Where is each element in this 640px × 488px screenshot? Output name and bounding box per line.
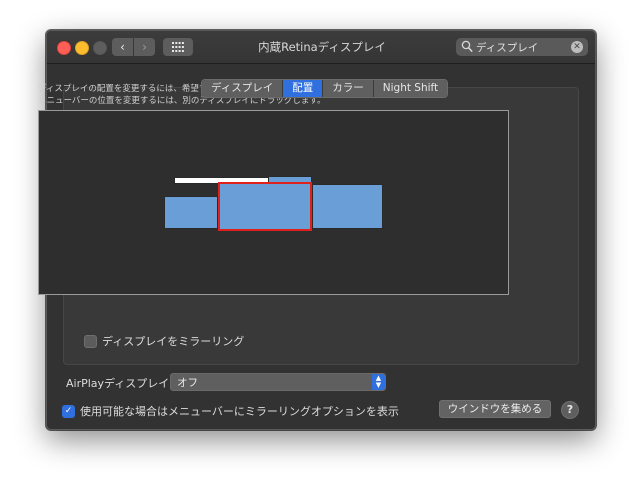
show-mirroring-options-row[interactable]: ✓ 使用可能な場合はメニューバーにミラーリングオプションを表示 xyxy=(62,403,399,419)
search-input[interactable]: ディスプレイ xyxy=(476,40,538,55)
search-icon xyxy=(461,40,473,52)
chevron-right-icon: › xyxy=(142,40,147,54)
show-all-grid-icon xyxy=(172,42,184,52)
tab-arrangement[interactable]: 配置 xyxy=(283,80,324,97)
display-arrangement-area xyxy=(38,110,509,295)
popup-stepper-icon: ▲ ▼ xyxy=(372,374,385,390)
gather-windows-button[interactable]: ウインドウを集める xyxy=(439,400,551,418)
tab-color[interactable]: カラー xyxy=(323,80,374,97)
forward-button[interactable]: › xyxy=(134,38,155,56)
airplay-select-value: オフ xyxy=(177,377,198,389)
mirror-displays-row[interactable]: ディスプレイをミラーリング xyxy=(84,333,244,349)
search-field[interactable]: ディスプレイ ✕ xyxy=(456,38,588,56)
checkmark-icon: ✓ xyxy=(64,406,73,416)
display-left[interactable] xyxy=(164,196,218,229)
show-all-button[interactable] xyxy=(163,38,193,56)
display-main-selected[interactable] xyxy=(218,182,312,231)
airplay-label: AirPlayディスプレイ: xyxy=(66,377,173,390)
zoom-window-button[interactable] xyxy=(93,41,107,55)
airplay-select[interactable]: オフ ▲ ▼ xyxy=(170,373,386,391)
minimize-window-button[interactable] xyxy=(75,41,89,55)
display-right[interactable] xyxy=(312,184,383,229)
chevron-left-icon: ‹ xyxy=(120,40,125,54)
tab-display[interactable]: ディスプレイ xyxy=(202,80,284,97)
mirror-displays-label: ディスプレイをミラーリング xyxy=(102,335,245,348)
window-title: 内蔵Retinaディスプレイ xyxy=(258,40,386,54)
title-bar: ‹ › 内蔵Retinaディスプレイ ディスプレイ ✕ xyxy=(47,31,595,64)
clear-icon[interactable]: ✕ xyxy=(571,41,583,53)
tab-night-shift[interactable]: Night Shift xyxy=(373,80,448,97)
help-button[interactable]: ? xyxy=(561,401,579,419)
show-mirroring-options-checkbox[interactable]: ✓ xyxy=(62,404,75,418)
show-mirroring-options-label: 使用可能な場合はメニューバーにミラーリングオプションを表示 xyxy=(80,405,399,418)
back-button[interactable]: ‹ xyxy=(112,38,133,56)
tab-bar: ディスプレイ 配置 カラー Night Shift xyxy=(201,79,449,98)
mirror-displays-checkbox[interactable] xyxy=(84,334,97,348)
close-window-button[interactable] xyxy=(57,41,71,55)
